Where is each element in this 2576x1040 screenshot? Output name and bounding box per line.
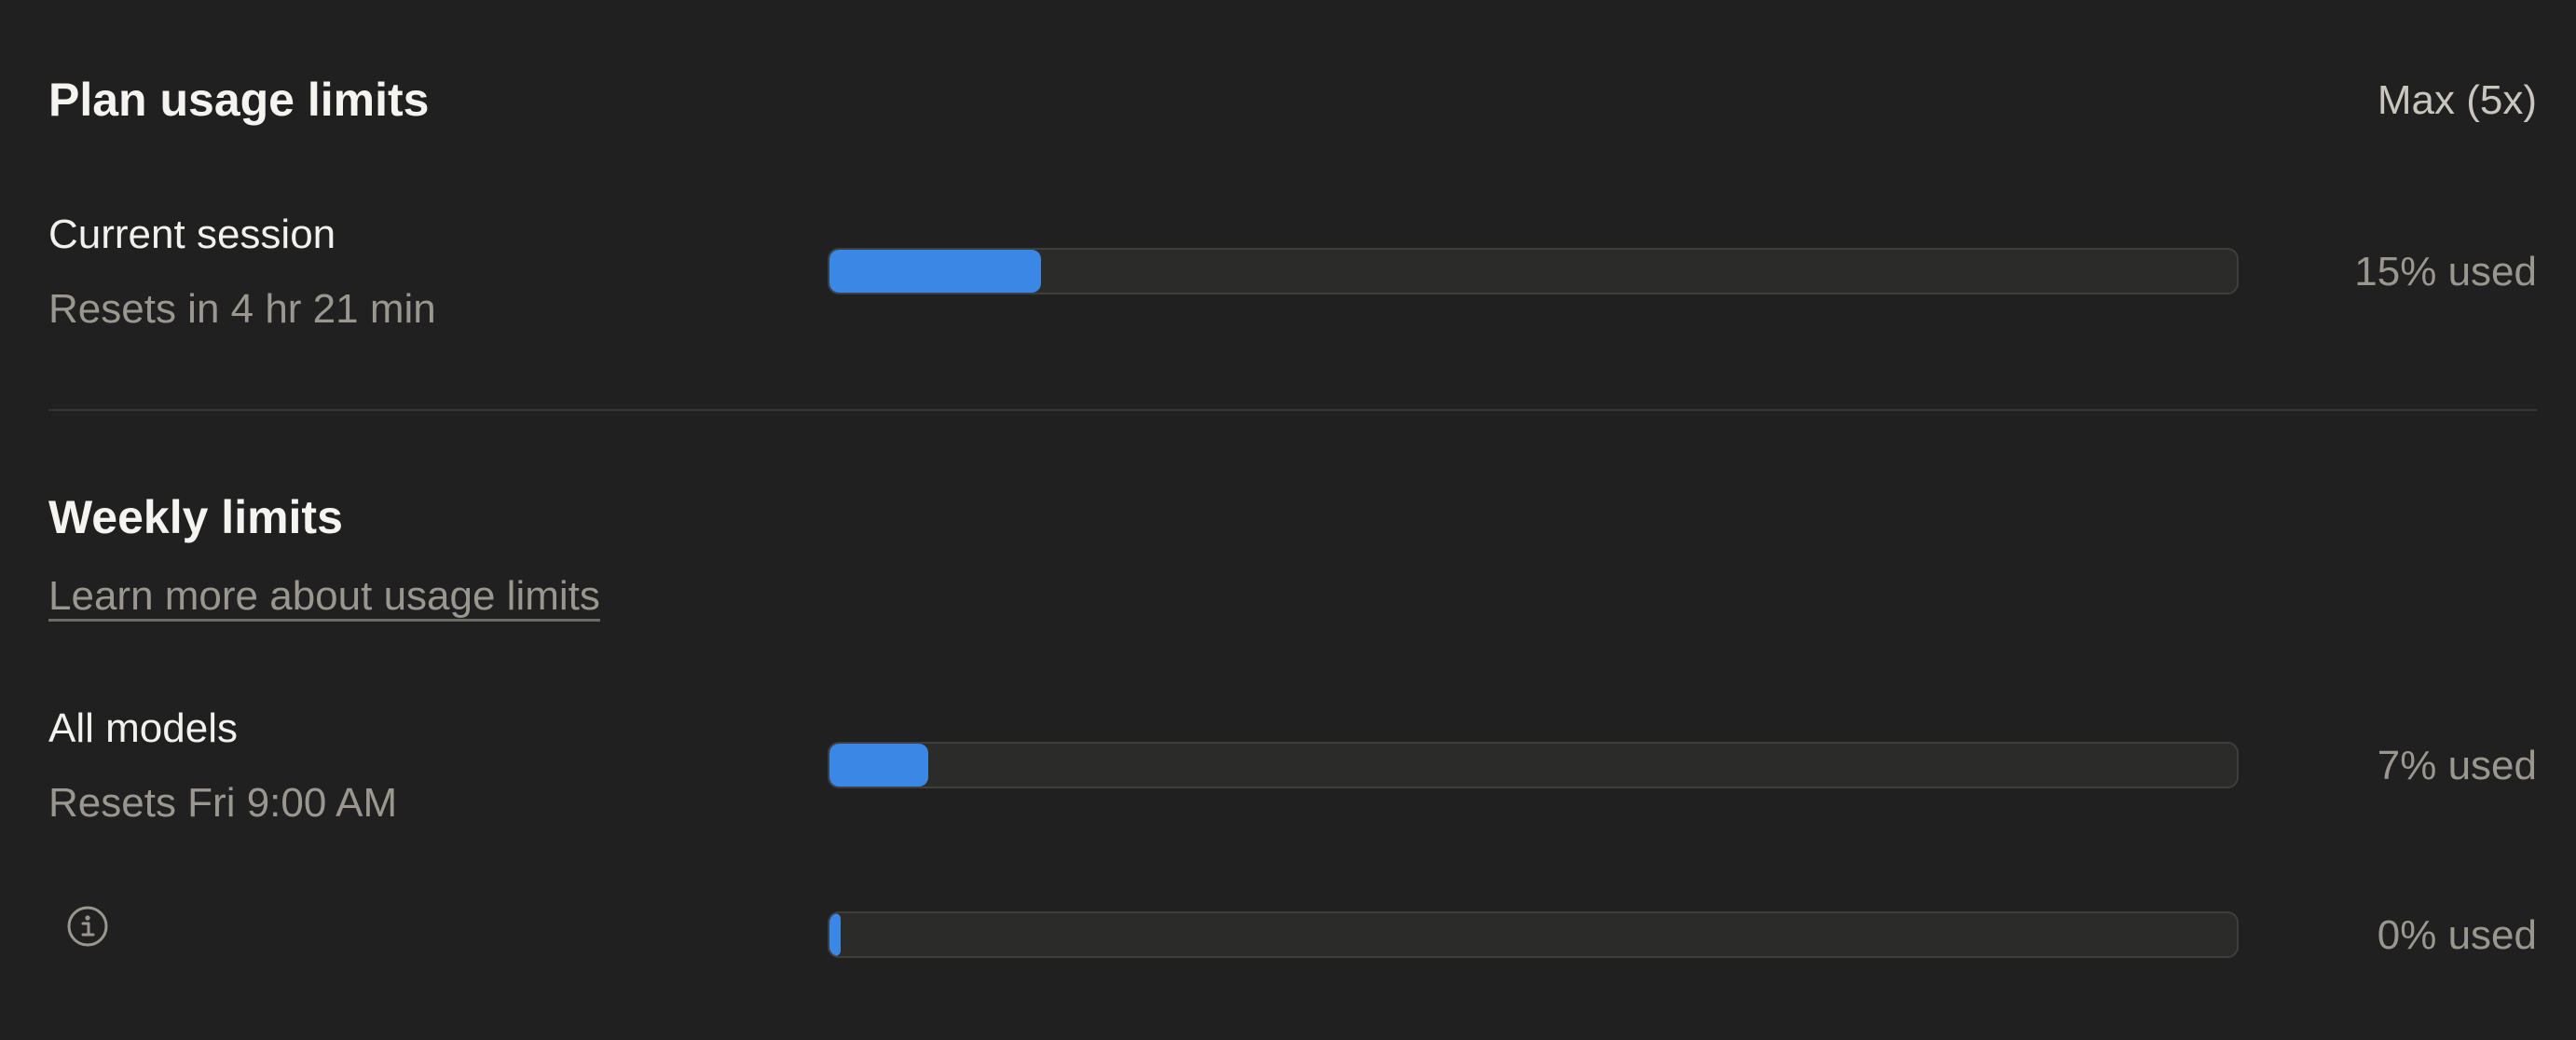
current-session-progress-fill bbox=[829, 250, 1041, 293]
plan-usage-title: Plan usage limits bbox=[48, 74, 430, 126]
learn-more-usage-limits-link[interactable]: Learn more about usage limits bbox=[48, 576, 600, 617]
plan-tier-label: Max (5x) bbox=[2377, 77, 2537, 123]
all-models-usage-percent: 7% used bbox=[2377, 743, 2537, 788]
usage-limits-panel: Plan usage limits Max (5x) Current sessi… bbox=[0, 0, 2576, 1040]
info-icon[interactable] bbox=[65, 904, 110, 949]
weekly-limits-title: Weekly limits bbox=[48, 491, 343, 543]
all-models-progress-fill bbox=[829, 744, 928, 787]
current-session-label: Current session bbox=[48, 212, 336, 257]
all-models-progress-bar bbox=[828, 742, 2239, 788]
current-session-reset: Resets in 4 hr 21 min bbox=[48, 286, 436, 332]
second-weekly-usage-percent: 0% used bbox=[2377, 912, 2537, 958]
second-weekly-progress-bar bbox=[828, 911, 2239, 958]
current-session-usage-percent: 15% used bbox=[2354, 249, 2537, 294]
all-models-reset: Resets Fri 9:00 AM bbox=[48, 780, 398, 826]
section-divider bbox=[48, 409, 2537, 411]
all-models-label: All models bbox=[48, 705, 238, 751]
current-session-progress-bar bbox=[828, 248, 2239, 294]
second-weekly-progress-fill bbox=[829, 913, 841, 956]
